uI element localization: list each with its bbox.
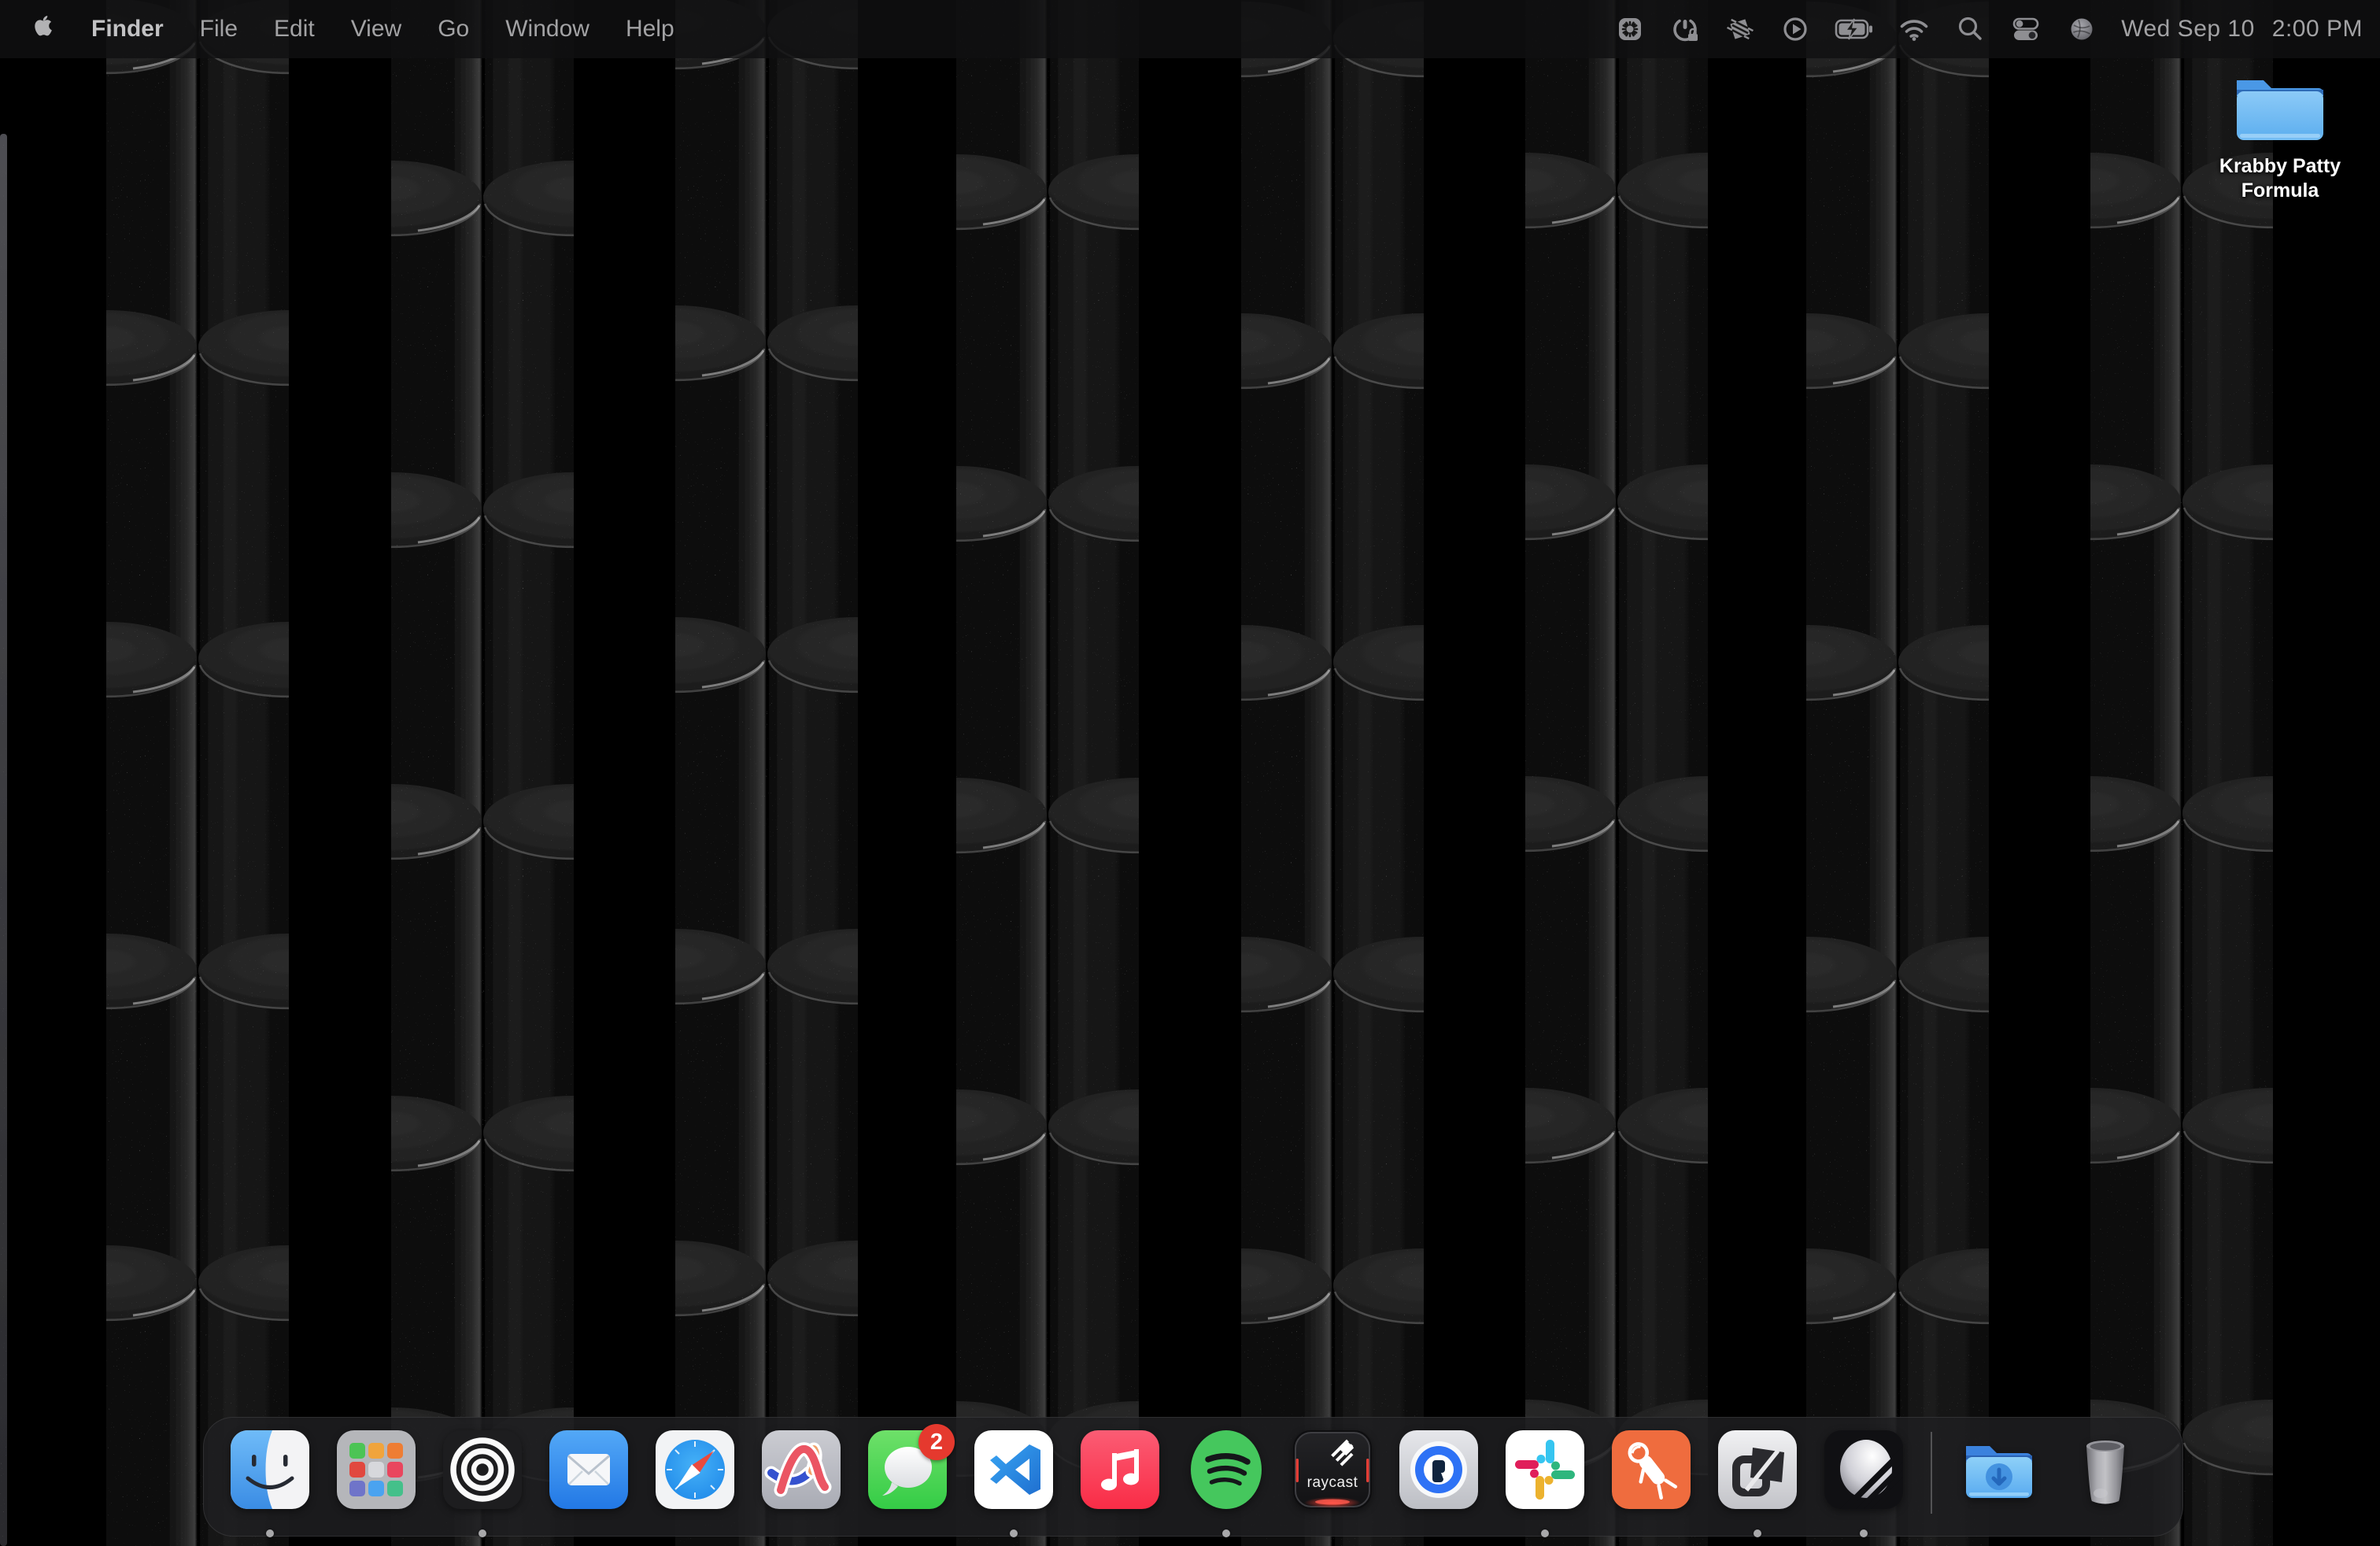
menu-view[interactable]: View	[351, 16, 401, 43]
menu-go[interactable]: Go	[438, 16, 469, 43]
keyboard-brightness-icon[interactable]	[1614, 13, 1646, 45]
dock-item-arc[interactable]	[762, 1430, 841, 1509]
desktop-icon-label: Krabby Patty Formula	[2205, 154, 2355, 203]
textured-sphere-icon[interactable]	[2066, 13, 2097, 45]
power-lock-icon[interactable]	[1669, 13, 1701, 45]
dock-item-spotify[interactable]	[1187, 1430, 1266, 1509]
apple-logo-icon	[30, 15, 54, 43]
menu-window[interactable]: Window	[505, 16, 589, 43]
dock-item-slack[interactable]	[1506, 1430, 1584, 1509]
striped-sphere-icon	[1824, 1430, 1903, 1509]
music-note-icon	[1081, 1430, 1159, 1509]
slack-pinwheel-icon	[1506, 1430, 1584, 1509]
launchpad-grid-icon	[337, 1430, 416, 1509]
folder-icon	[2232, 68, 2328, 146]
dock-item-postman[interactable]	[1612, 1430, 1691, 1509]
menubar-time: 2:00 PM	[2272, 16, 2363, 43]
mail-envelope-icon	[549, 1430, 628, 1509]
dock-item-onepassword[interactable]	[1399, 1430, 1478, 1509]
safari-compass-icon	[656, 1430, 734, 1509]
wallpaper-cylinders	[0, 0, 2380, 1546]
dock-item-safari[interactable]	[656, 1430, 734, 1509]
apple-menu[interactable]	[30, 15, 54, 43]
postman-astronaut-icon	[1612, 1430, 1691, 1509]
downloads-folder-icon	[1960, 1430, 2038, 1509]
raycast-icon	[1293, 1430, 1372, 1509]
dock-item-bullseye[interactable]	[443, 1430, 522, 1509]
spotify-icon	[1187, 1430, 1266, 1509]
running-indicator	[1010, 1529, 1018, 1537]
dock-item-raycast[interactable]: raycast	[1293, 1430, 1372, 1509]
menu-bar: Finder File Edit View Go Window Help	[0, 0, 2380, 58]
running-indicator	[1222, 1529, 1230, 1537]
running-indicator	[1541, 1529, 1549, 1537]
dock-item-sphere[interactable]	[1824, 1430, 1903, 1509]
menubar-date: Wed Sep 10	[2121, 16, 2255, 43]
desktop-icon-krabby-patty-formula[interactable]: Krabby Patty Formula	[2205, 68, 2355, 203]
dock-item-frames[interactable]	[1718, 1430, 1797, 1509]
menu-app-name[interactable]: Finder	[91, 16, 164, 43]
dock-item-mail[interactable]	[549, 1430, 628, 1509]
dock-item-finder[interactable]	[231, 1430, 309, 1509]
bullseye-rings-icon	[443, 1430, 522, 1509]
dock-item-music[interactable]	[1081, 1430, 1159, 1509]
overlapping-frames-icon	[1718, 1430, 1797, 1509]
dock: 2 raycast	[203, 1417, 2183, 1537]
running-indicator	[479, 1529, 486, 1537]
menu-help[interactable]: Help	[626, 16, 674, 43]
dock-item-vscode[interactable]	[974, 1430, 1053, 1509]
play-circle-icon[interactable]	[1779, 13, 1811, 45]
finder-face-icon	[231, 1430, 309, 1509]
dock-divider	[1931, 1432, 1932, 1514]
running-indicator	[1860, 1529, 1868, 1537]
menu-bar-status-area: Wed Sep 10 2:00 PM	[1614, 13, 2369, 45]
menubar-clock[interactable]: Wed Sep 10 2:00 PM	[2121, 16, 2369, 43]
menu-bar-left: Finder File Edit View Go Window Help	[30, 15, 674, 43]
hatched-stamp-icon[interactable]	[1724, 13, 1756, 45]
notification-badge: 2	[918, 1424, 955, 1460]
running-indicator	[266, 1529, 274, 1537]
dock-item-launchpad[interactable]	[337, 1430, 416, 1509]
battery-charging-icon[interactable]	[1835, 13, 1874, 45]
running-indicator	[1754, 1529, 1761, 1537]
arc-letter-a-icon	[762, 1430, 841, 1509]
menu-file[interactable]: File	[200, 16, 238, 43]
dock-item-downloads[interactable]	[1960, 1430, 2038, 1509]
trash-can-icon	[2066, 1430, 2145, 1509]
dock-item-trash[interactable]	[2066, 1430, 2145, 1509]
menu-edit[interactable]: Edit	[274, 16, 315, 43]
dock-item-messages[interactable]: 2	[868, 1430, 947, 1509]
onepassword-keyhole-icon	[1399, 1430, 1478, 1509]
raycast-wordmark: raycast	[1293, 1474, 1372, 1492]
spotlight-search-icon[interactable]	[1954, 13, 1986, 45]
control-center-icon[interactable]	[2009, 13, 2042, 45]
wifi-icon[interactable]	[1898, 13, 1931, 45]
vscode-icon	[974, 1430, 1053, 1509]
